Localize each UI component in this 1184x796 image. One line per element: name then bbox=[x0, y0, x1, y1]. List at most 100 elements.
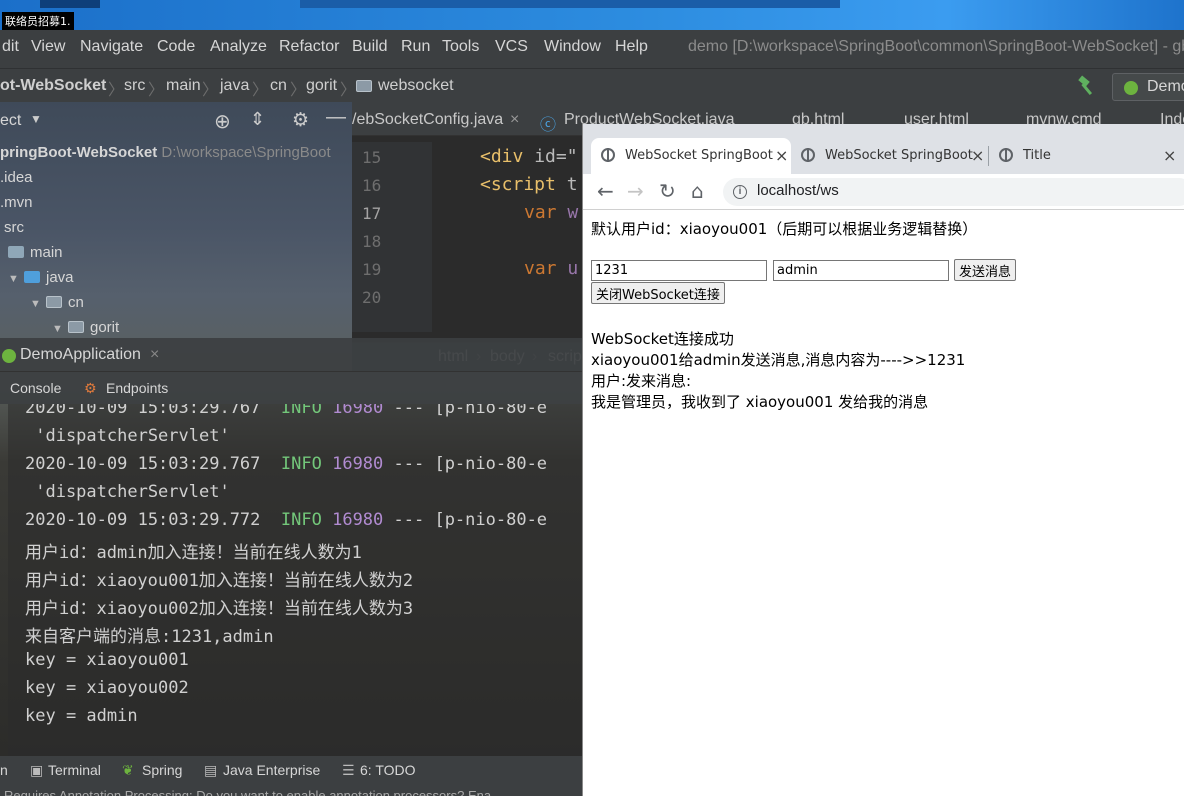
tab-endpoints[interactable]: Endpoints bbox=[106, 380, 168, 396]
tree-item-label: src bbox=[4, 219, 24, 236]
tool-todo[interactable]: 6: TODO bbox=[360, 762, 416, 778]
tool-spring[interactable]: Spring bbox=[142, 762, 182, 778]
log-thread: --- [p-nio-80-e bbox=[383, 404, 548, 418]
console-line: key = xiaoyou001 bbox=[25, 650, 189, 670]
close-icon[interactable]: × bbox=[1163, 146, 1176, 165]
tree-item-idea[interactable]: .idea bbox=[0, 169, 33, 186]
close-websocket-button[interactable]: 关闭WebSocket连接 bbox=[591, 282, 725, 304]
send-message-button[interactable]: 发送消息 bbox=[954, 259, 1017, 281]
line-number: 19 bbox=[362, 260, 382, 279]
close-icon[interactable]: × bbox=[150, 346, 159, 364]
tree-root-label: pringBoot-WebSocket bbox=[0, 144, 158, 161]
console-output[interactable]: 2020-10-09 15:03:29.767 INFO 16980 --- [… bbox=[8, 404, 582, 756]
message-line: xiaoyou001给admin发送消息,消息内容为---->>1231 bbox=[591, 351, 966, 369]
back-arrow-icon[interactable]: ← bbox=[597, 179, 614, 203]
menu-code[interactable]: Code bbox=[157, 38, 195, 56]
browser-tab[interactable]: WebSocket SpringBoot × bbox=[791, 138, 987, 174]
breadcrumb-java[interactable]: java bbox=[220, 77, 249, 95]
menu-build[interactable]: Build bbox=[352, 38, 388, 56]
breadcrumb-project[interactable]: ot-WebSocket bbox=[0, 77, 106, 95]
target-user-input[interactable] bbox=[773, 260, 949, 281]
desktop-background: 联络员招募1. bbox=[0, 0, 1184, 30]
menu-analyze[interactable]: Analyze bbox=[210, 38, 267, 56]
line-number: 17 bbox=[362, 204, 382, 223]
menu-view[interactable]: View bbox=[31, 38, 65, 56]
log-thread: --- [p-nio-80-e bbox=[383, 510, 548, 530]
spring-boot-icon bbox=[1124, 81, 1138, 95]
line-number: 15 bbox=[362, 148, 382, 167]
menu-window[interactable]: Window bbox=[544, 38, 601, 56]
menu-bar: dit View Navigate Code Analyze Refactor … bbox=[0, 30, 1184, 64]
close-icon[interactable]: × bbox=[775, 146, 788, 165]
menu-tools[interactable]: Tools bbox=[442, 38, 479, 56]
log-level: INFO bbox=[280, 510, 322, 530]
browser-tab[interactable]: Title × bbox=[989, 138, 1184, 174]
line-number: 16 bbox=[362, 176, 382, 195]
run-configuration-selector[interactable]: Demo bbox=[1112, 73, 1184, 101]
browser-tab-active[interactable]: WebSocket SpringBoot × bbox=[591, 138, 791, 174]
chevron-down-icon[interactable]: ▼ bbox=[30, 298, 46, 310]
tree-item-root[interactable]: pringBoot-WebSocket D:\workspace\SpringB… bbox=[0, 144, 331, 161]
site-info-icon[interactable]: i bbox=[733, 185, 747, 199]
menu-help[interactable]: Help bbox=[615, 38, 648, 56]
run-config-label: Demo bbox=[1147, 78, 1184, 95]
menu-vcs[interactable]: VCS bbox=[495, 38, 528, 56]
locate-target-icon[interactable]: ⊕ bbox=[214, 109, 231, 134]
breadcrumb-gorit[interactable]: gorit bbox=[306, 77, 337, 95]
reload-icon[interactable]: ↻ bbox=[659, 179, 676, 203]
tab-websocketconfig[interactable]: /ebSocketConfig.java bbox=[352, 111, 503, 129]
collapse-all-icon[interactable]: ⇕ bbox=[250, 109, 265, 130]
menu-navigate[interactable]: Navigate bbox=[80, 38, 143, 56]
menu-run[interactable]: Run bbox=[401, 38, 430, 56]
breadcrumb-websocket[interactable]: websocket bbox=[378, 77, 454, 95]
code-token: var bbox=[524, 202, 557, 223]
build-hammer-icon[interactable] bbox=[1076, 75, 1098, 97]
run-sub-tabs: Console ⚙ Endpoints bbox=[0, 372, 582, 404]
web-page: 默认用户id：xiaoyou001（后期可以根据业务逻辑替换） 发送消息 关闭W… bbox=[583, 210, 1184, 796]
package-icon bbox=[68, 321, 84, 333]
browser-tab-title: WebSocket SpringBoot bbox=[625, 148, 773, 163]
navigation-bar: ot-WebSocket 〉 src 〉 main 〉 java 〉 cn 〉 … bbox=[0, 68, 1184, 102]
tool-terminal[interactable]: Terminal bbox=[48, 762, 101, 778]
code-token: t bbox=[555, 174, 578, 195]
breadcrumb-src[interactable]: src bbox=[124, 77, 145, 95]
todo-list-icon: ☰ bbox=[342, 762, 355, 778]
status-message[interactable]: Requires Annotation Processing: Do you w… bbox=[4, 788, 491, 796]
menu-refactor[interactable]: Refactor bbox=[279, 38, 339, 56]
tree-item-main[interactable]: main bbox=[8, 244, 63, 261]
tool-java-enterprise[interactable]: Java Enterprise bbox=[223, 762, 320, 778]
address-bar[interactable]: i localhost/ws bbox=[723, 178, 1184, 206]
message-input[interactable] bbox=[591, 260, 767, 281]
breadcrumb-separator: 〉 bbox=[108, 82, 125, 99]
chevron-down-icon[interactable]: ▼ bbox=[52, 323, 68, 335]
class-icon: ⓒ bbox=[540, 117, 557, 134]
home-icon[interactable]: ⌂ bbox=[691, 179, 704, 203]
tree-item-label: .idea bbox=[0, 169, 33, 186]
chevron-down-icon[interactable]: ▼ bbox=[8, 273, 24, 285]
tree-item-java[interactable]: ▼ java bbox=[8, 269, 74, 286]
forward-arrow-icon[interactable]: → bbox=[627, 179, 644, 203]
breadcrumb-separator: 〉 bbox=[252, 82, 269, 99]
menu-edit[interactable]: dit bbox=[2, 38, 19, 56]
breadcrumb-main[interactable]: main bbox=[166, 77, 201, 95]
browser-tab-title: Title bbox=[1023, 148, 1051, 163]
breadcrumb-cn[interactable]: cn bbox=[270, 77, 287, 95]
tree-item-src[interactable]: src bbox=[4, 219, 24, 236]
tab-console[interactable]: Console bbox=[10, 380, 61, 396]
tool-run[interactable]: n bbox=[0, 762, 8, 778]
tree-item-label: java bbox=[46, 269, 74, 286]
line-number-gutter: 15 16 17 18 19 20 bbox=[352, 142, 432, 332]
chevron-down-icon[interactable]: ▼ bbox=[30, 112, 42, 126]
close-icon[interactable]: × bbox=[510, 111, 519, 129]
tree-item-gorit[interactable]: ▼ gorit bbox=[52, 319, 119, 336]
project-view-selector[interactable]: ect bbox=[0, 112, 21, 130]
default-user-notice: 默认用户id：xiaoyou001（后期可以根据业务逻辑替换） bbox=[591, 220, 978, 238]
gear-icon[interactable]: ⚙ bbox=[292, 109, 309, 132]
tree-item-cn[interactable]: ▼ cn bbox=[30, 294, 84, 311]
minimize-icon[interactable]: — bbox=[326, 106, 346, 129]
message-line: 我是管理员，我收到了 xiaoyou001 发给我的消息 bbox=[591, 393, 929, 411]
close-icon[interactable]: × bbox=[971, 146, 984, 165]
browser-window: WebSocket SpringBoot × WebSocket SpringB… bbox=[582, 124, 1184, 796]
tree-item-mvn[interactable]: .mvn bbox=[0, 194, 33, 211]
run-tab-demoapplication[interactable]: DemoApplication bbox=[20, 346, 141, 364]
